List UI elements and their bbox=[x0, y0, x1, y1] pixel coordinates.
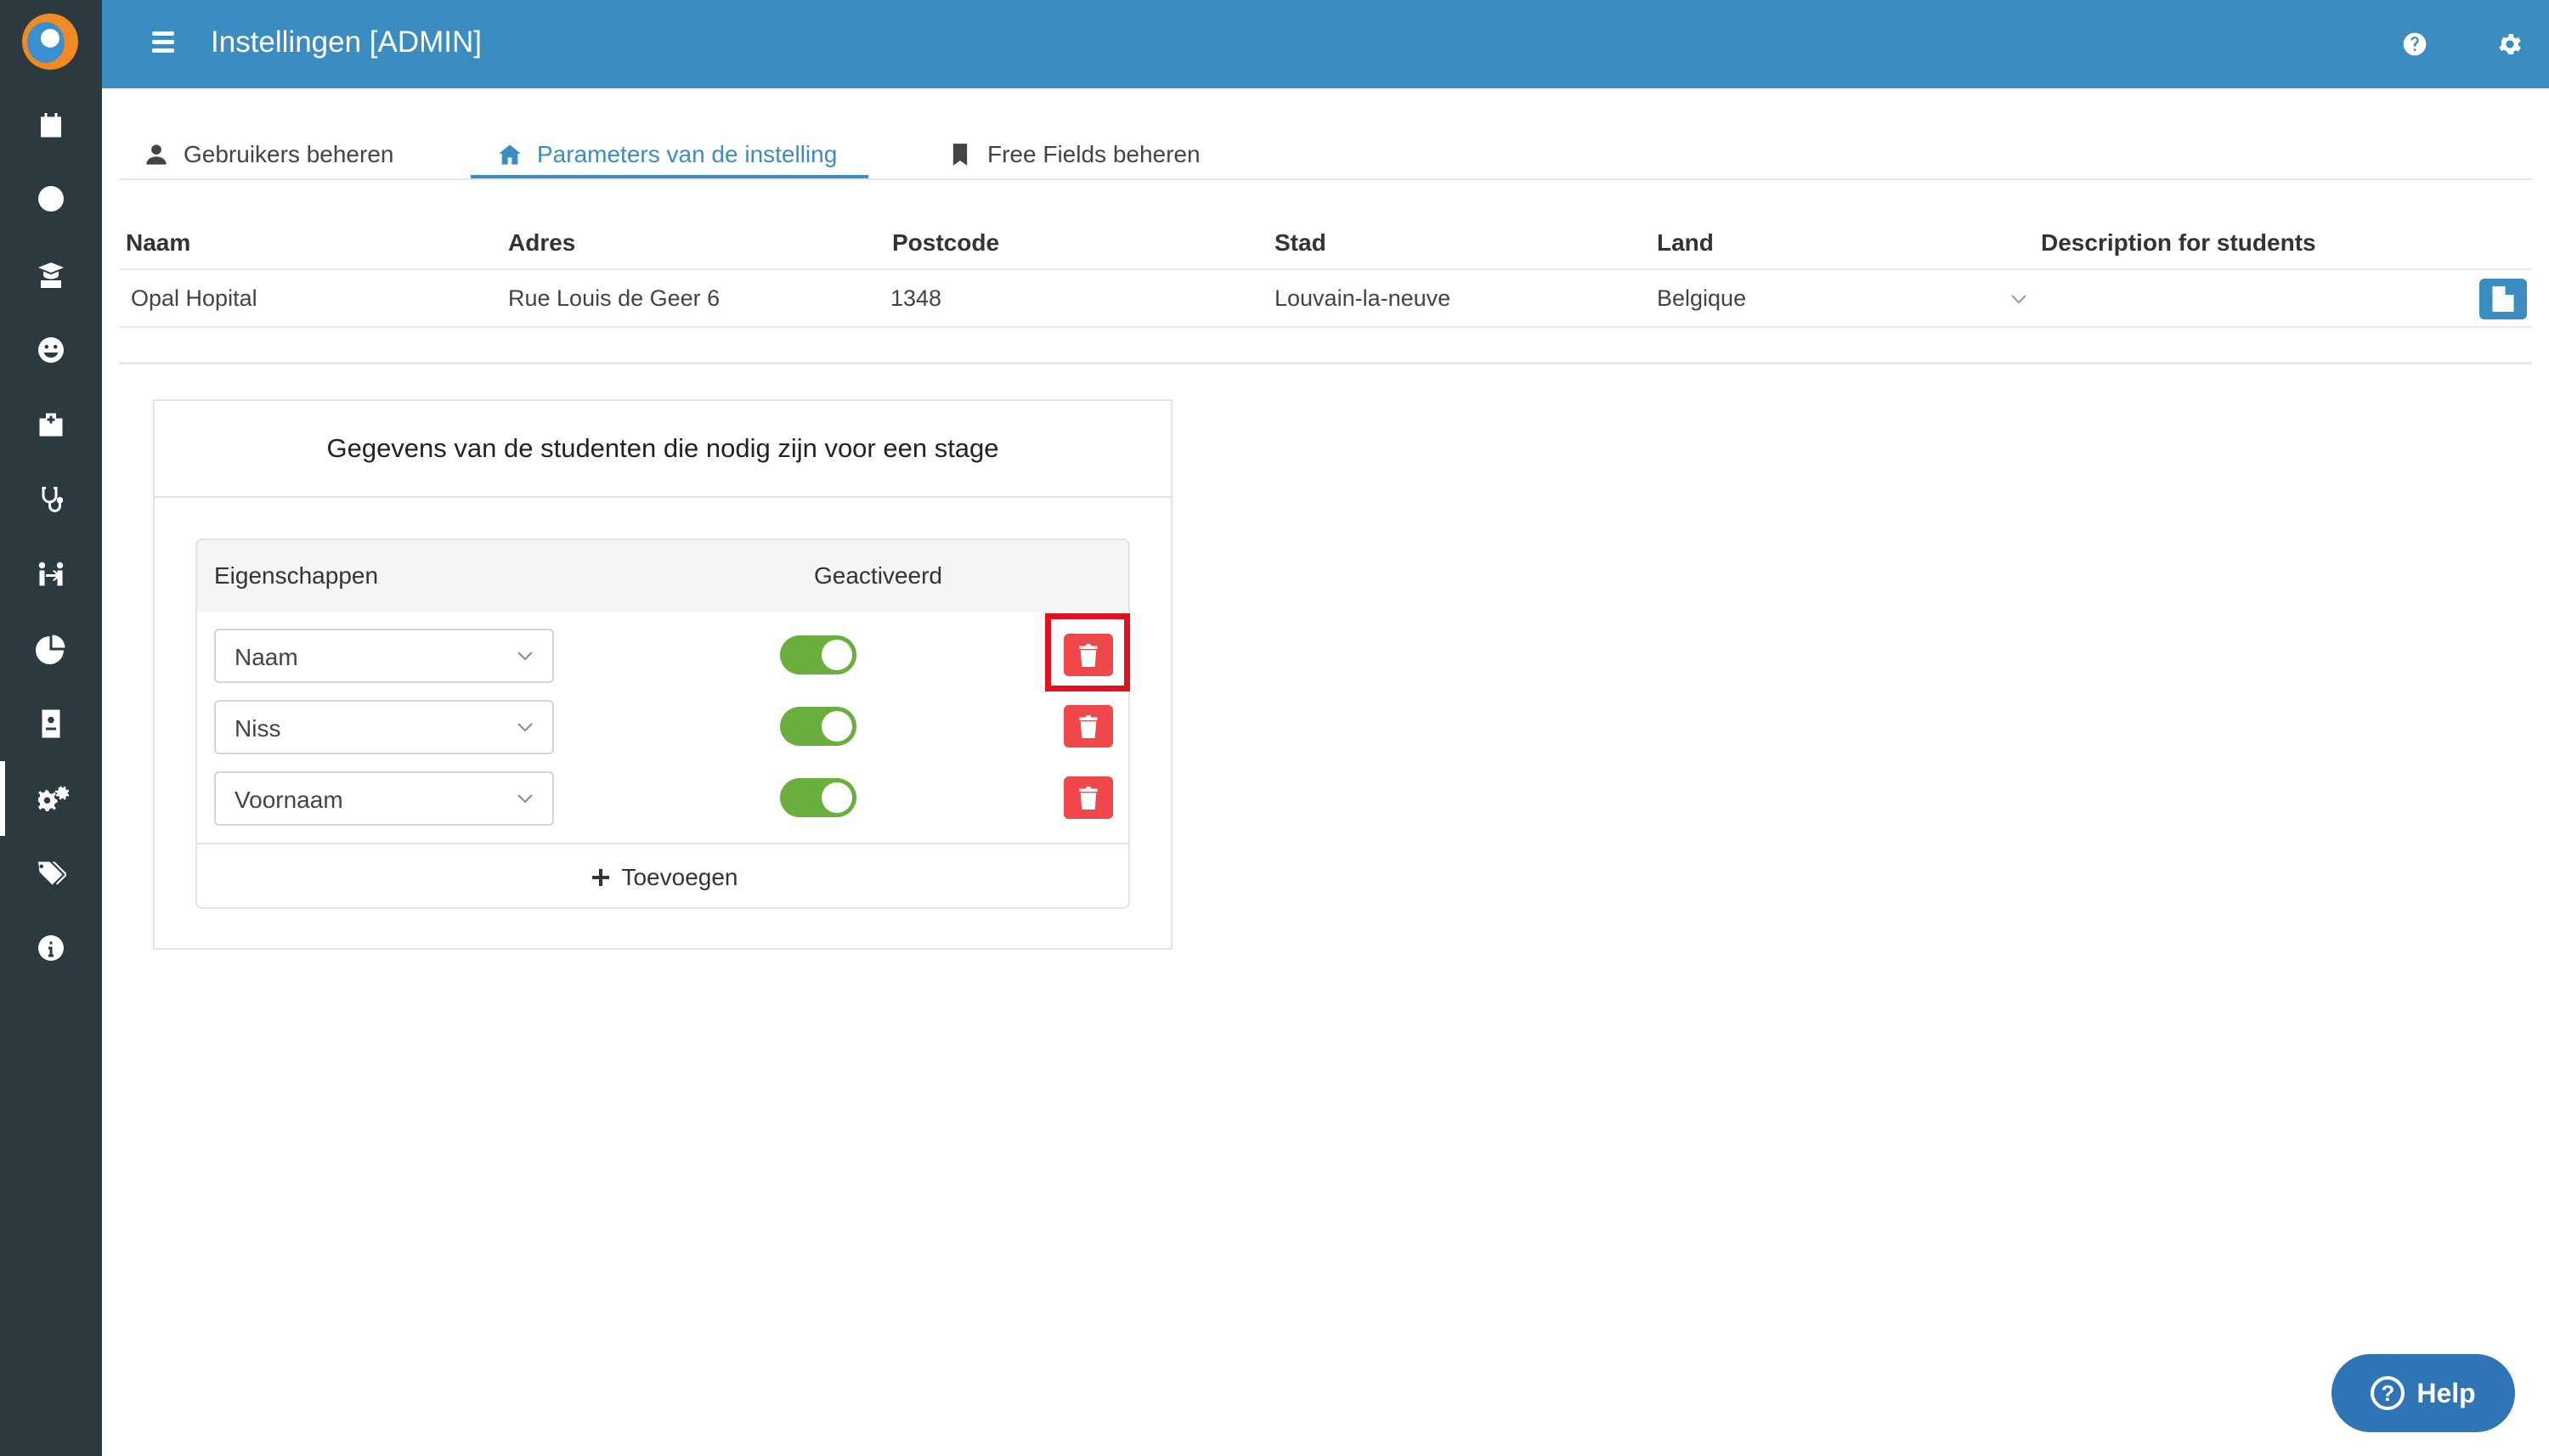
sidebar-item-settings[interactable] bbox=[0, 761, 102, 836]
pie-chart-icon bbox=[36, 635, 65, 664]
institution-name-field[interactable]: Opal Hopital bbox=[131, 285, 257, 312]
col-header-land: Land bbox=[1657, 229, 1714, 256]
home-icon bbox=[499, 144, 521, 165]
info-icon bbox=[38, 935, 64, 961]
highlight-box bbox=[1045, 613, 1130, 691]
smiley-icon bbox=[38, 337, 64, 363]
property-select[interactable]: Naam bbox=[214, 629, 554, 683]
col-header-naam: Naam bbox=[126, 229, 191, 256]
document-icon bbox=[2492, 286, 2514, 312]
card-title: Gegevens van de studenten die nodig zijn… bbox=[155, 401, 1171, 498]
property-select-value: Naam bbox=[235, 644, 298, 670]
stethoscope-icon bbox=[42, 487, 64, 512]
col-header-properties: Eigenschappen bbox=[214, 562, 379, 589]
properties-table-header: Eigenschappen Geactiveerd bbox=[197, 540, 1128, 612]
divider bbox=[119, 268, 2532, 270]
sidebar-item-stethoscope[interactable] bbox=[0, 462, 102, 537]
trash-icon bbox=[1079, 715, 1098, 738]
menu-toggle-icon[interactable] bbox=[146, 27, 180, 61]
question-icon: ? bbox=[2371, 1376, 2405, 1410]
sidebar-item-tags[interactable] bbox=[0, 836, 102, 911]
help-icon[interactable] bbox=[2396, 25, 2433, 63]
institution-city-field[interactable]: Louvain-la-neuve bbox=[1274, 285, 1450, 312]
property-select-value: Niss bbox=[235, 715, 281, 742]
trash-icon bbox=[1079, 787, 1098, 810]
id-card-icon bbox=[42, 709, 60, 738]
sidebar bbox=[0, 0, 102, 1456]
page-title: Instellingen [ADMIN] bbox=[211, 25, 483, 59]
col-header-adres: Adres bbox=[508, 229, 576, 256]
tab-free-fields-label: Free Fields beheren bbox=[987, 141, 1201, 167]
col-header-activated: Geactiveerd bbox=[814, 562, 942, 589]
people-exchange-icon bbox=[38, 562, 64, 586]
divider bbox=[119, 326, 2532, 328]
sidebar-item-clock[interactable] bbox=[0, 161, 102, 236]
calendar-icon bbox=[41, 113, 61, 138]
help-button[interactable]: ? Help bbox=[2331, 1354, 2515, 1432]
property-select[interactable]: Voornaam bbox=[214, 771, 554, 826]
sidebar-item-statistics[interactable] bbox=[0, 612, 102, 686]
hospital-icon bbox=[39, 413, 63, 437]
clock-icon bbox=[38, 186, 64, 212]
app-logo[interactable] bbox=[22, 14, 78, 70]
plus-icon bbox=[592, 869, 610, 886]
delete-button[interactable] bbox=[1064, 776, 1113, 819]
sidebar-item-calendar[interactable] bbox=[0, 88, 102, 163]
institution-country-select[interactable]: Belgique bbox=[1657, 285, 1746, 312]
tab-bar: Gebruikers beheren Parameters van de ins… bbox=[119, 88, 2532, 180]
sidebar-item-graduate[interactable] bbox=[0, 238, 102, 313]
tags-icon bbox=[38, 861, 66, 885]
tab-institution-parameters[interactable]: Parameters van de instelling bbox=[498, 129, 837, 180]
settings-cogs-icon bbox=[38, 786, 69, 811]
sidebar-item-badge[interactable] bbox=[0, 686, 102, 761]
col-header-description: Description for students bbox=[2041, 229, 2316, 256]
tab-institution-label: Parameters van de instelling bbox=[537, 141, 838, 167]
col-header-postcode: Postcode bbox=[892, 229, 1000, 256]
help-label: Help bbox=[2416, 1377, 2476, 1408]
chevron-down-icon bbox=[517, 652, 533, 661]
activated-toggle[interactable] bbox=[780, 778, 856, 817]
sidebar-item-info[interactable] bbox=[0, 911, 102, 985]
sidebar-item-students[interactable] bbox=[0, 313, 102, 387]
settings-gear-icon[interactable] bbox=[2491, 25, 2529, 63]
section-divider bbox=[119, 362, 2532, 364]
col-header-stad: Stad bbox=[1274, 229, 1326, 256]
chevron-down-icon bbox=[517, 794, 533, 804]
delete-button[interactable] bbox=[1064, 705, 1113, 748]
graduate-icon bbox=[38, 262, 64, 288]
student-data-card: Gegevens van de studenten die nodig zijn… bbox=[153, 399, 1173, 950]
property-select-value: Voornaam bbox=[235, 787, 343, 813]
add-property-label: Toevoegen bbox=[621, 864, 738, 890]
sidebar-item-exchange[interactable] bbox=[0, 537, 102, 612]
sidebar-item-hospital[interactable] bbox=[0, 387, 102, 462]
property-select[interactable]: Niss bbox=[214, 700, 554, 754]
bookmark-icon bbox=[952, 144, 968, 166]
chevron-down-icon bbox=[517, 723, 533, 732]
chevron-down-icon[interactable] bbox=[2010, 291, 2027, 308]
properties-table: Eigenschappen Geactiveerd Naam Niss Voor… bbox=[195, 539, 1130, 909]
activated-toggle[interactable] bbox=[780, 707, 856, 746]
institution-postcode-field[interactable]: 1348 bbox=[890, 285, 941, 312]
add-property-button[interactable]: Toevoegen bbox=[197, 843, 1128, 907]
active-tab-indicator bbox=[471, 175, 868, 178]
edit-description-button[interactable] bbox=[2479, 279, 2527, 319]
tab-users[interactable]: Gebruikers beheren bbox=[144, 129, 393, 180]
top-header: Instellingen [ADMIN] bbox=[102, 0, 2549, 88]
tab-users-label: Gebruikers beheren bbox=[184, 141, 394, 167]
activated-toggle[interactable] bbox=[780, 635, 856, 674]
institution-address-field[interactable]: Rue Louis de Geer 6 bbox=[508, 285, 720, 312]
tab-free-fields[interactable]: Free Fields beheren bbox=[948, 129, 1201, 180]
user-icon bbox=[146, 144, 167, 165]
